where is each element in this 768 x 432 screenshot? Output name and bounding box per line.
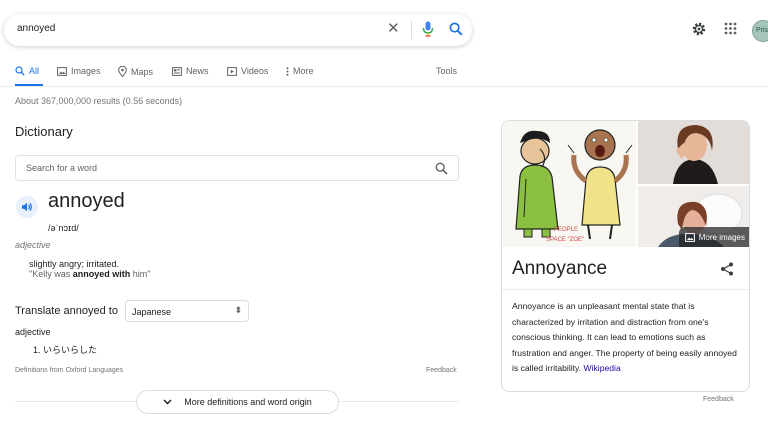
example-highlight: annoyed with: [72, 269, 131, 279]
tab-videos[interactable]: Videos: [227, 66, 268, 76]
more-images-button[interactable]: More images: [678, 227, 749, 247]
search-icon[interactable]: [435, 162, 448, 175]
tabs-divider: [0, 86, 768, 87]
translate-language-select[interactable]: Japanese ⬍: [125, 300, 249, 322]
more-definitions-button[interactable]: More definitions and word origin: [136, 390, 339, 414]
pronunciation-speaker-button[interactable]: [16, 196, 38, 218]
clear-icon[interactable]: ✕: [387, 21, 400, 37]
more-vert-icon: [286, 66, 289, 76]
word-search-placeholder: Search for a word: [26, 163, 98, 173]
search-icon: [15, 66, 25, 76]
word-search-field[interactable]: Search for a word: [15, 155, 459, 181]
more-images-label: More images: [698, 232, 745, 242]
definitions-source[interactable]: Definitions from Oxford Languages: [15, 367, 123, 374]
speaker-icon: [22, 202, 32, 212]
share-icon[interactable]: [720, 262, 734, 281]
wikipedia-link[interactable]: Wikipedia: [583, 363, 620, 373]
microphone-icon[interactable]: [422, 21, 434, 42]
knowledge-panel-title: Annoyance: [512, 258, 608, 279]
knowledge-panel-description: Annoyance is an unpleasant mental state …: [512, 299, 744, 377]
search-divider: [411, 21, 412, 39]
account-avatar[interactable]: Pris: [752, 20, 768, 42]
knowledge-panel-divider: [502, 289, 749, 290]
tab-label: Maps: [131, 66, 154, 77]
tab-maps[interactable]: Maps: [118, 66, 153, 77]
knowledge-panel-feedback-link[interactable]: Feedback: [703, 396, 734, 403]
image-icon: [57, 66, 67, 76]
dictionary-feedback-link[interactable]: Feedback: [426, 367, 457, 374]
cartoon-caption-2: SPACE "ZOE": [546, 237, 584, 243]
phonetic-spelling: /əˈnɔɪd/: [48, 223, 79, 233]
chevron-down-icon: [163, 399, 172, 405]
tools-button[interactable]: Tools: [436, 66, 457, 76]
settings-gear-icon[interactable]: [691, 21, 707, 42]
video-icon: [227, 66, 237, 76]
result-stats: About 367,000,000 results (0.56 seconds): [15, 96, 183, 106]
translate-label: Translate annoyed to: [15, 305, 118, 317]
dictionary-word: annoyed: [48, 190, 125, 212]
news-icon: [172, 66, 182, 76]
search-input[interactable]: annoyed: [17, 23, 55, 34]
cartoon-caption-1: PEOPLE: [554, 227, 578, 233]
tab-label: Videos: [241, 66, 269, 76]
cartoon-image[interactable]: PEOPLE SPACE "ZOE": [502, 121, 636, 247]
tab-label: News: [186, 66, 209, 76]
description-text: Annoyance is an unpleasant mental state …: [512, 301, 737, 373]
photo-woman-pillow[interactable]: More images: [638, 186, 749, 247]
example-sentence: "Kelly was annoyed with him": [29, 269, 150, 279]
tab-label: More: [293, 66, 314, 76]
dictionary-heading: Dictionary: [15, 124, 73, 139]
selected-language: Japanese: [132, 307, 172, 317]
part-of-speech: adjective: [15, 240, 51, 250]
tab-news[interactable]: News: [172, 66, 209, 76]
more-definitions-label: More definitions and word origin: [184, 397, 312, 407]
tab-all[interactable]: All: [15, 66, 39, 76]
image-icon: [684, 232, 695, 242]
search-bar[interactable]: annoyed ✕: [4, 14, 472, 46]
knowledge-panel: PEOPLE SPACE "ZOE" More images Annoyance…: [501, 120, 750, 392]
apps-grid-icon[interactable]: [724, 22, 737, 40]
search-icon[interactable]: [449, 22, 463, 41]
definition-text: slightly angry; irritated.: [29, 259, 120, 269]
map-pin-icon: [118, 66, 127, 77]
tab-label: All: [29, 66, 40, 76]
tab-images[interactable]: Images: [57, 66, 101, 76]
photo-woman-headache[interactable]: [638, 121, 749, 184]
tab-label: Images: [71, 66, 101, 76]
translation-text: 1. いらいらした: [33, 345, 98, 355]
tab-more[interactable]: More: [286, 66, 314, 76]
example-suffix: him": [130, 269, 151, 279]
example-prefix: "Kelly was: [29, 269, 73, 279]
translation-part-of-speech: adjective: [15, 327, 51, 337]
select-arrows-icon: ⬍: [234, 305, 242, 315]
